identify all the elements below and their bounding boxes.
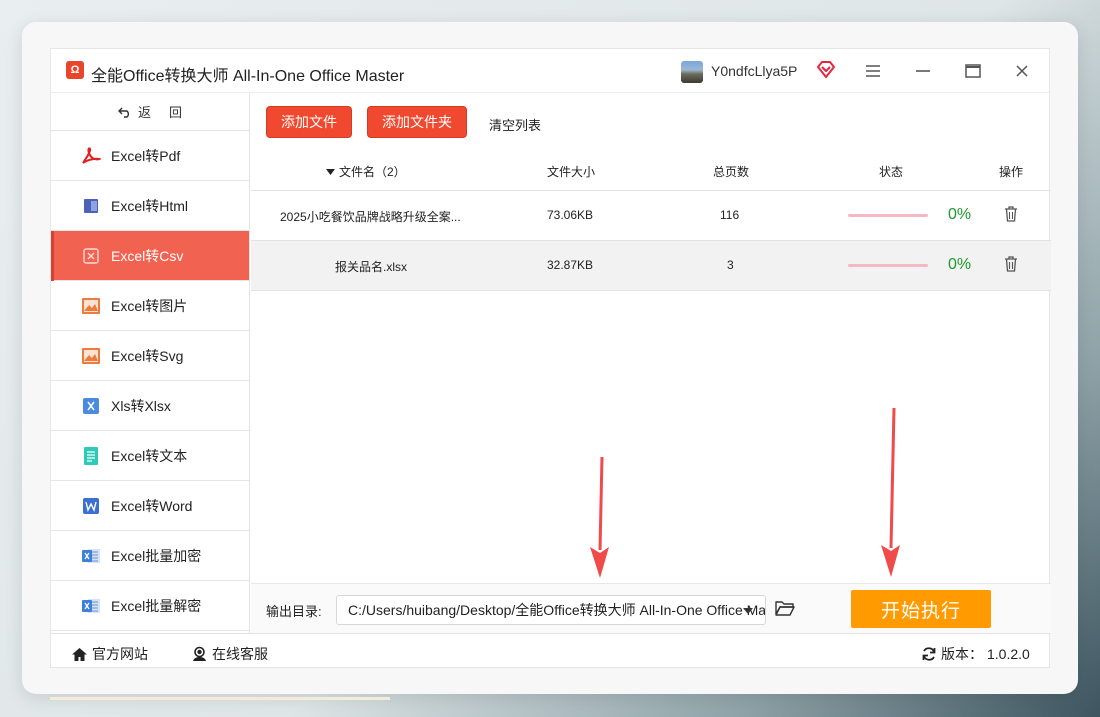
column-filename-label: 文件名（2） — [339, 165, 406, 179]
title-bar: Ω 全能Office转换大师 All-In-One Office Master … — [51, 49, 1051, 93]
table-row[interactable]: 2025小吃餐饮品牌战略升级全案... 73.06KB 116 0% — [251, 191, 1051, 241]
output-dir-path: C:/Users/huibang/Desktop/全能Office转换大师 Al… — [348, 602, 766, 618]
csv-icon — [81, 246, 101, 266]
sidebar-item-excel-batch-decrypt[interactable]: Excel批量解密 — [51, 581, 249, 631]
file-list-panel: 添加文件 添加文件夹 清空列表 文件名（2） 文件大小 总页数 状态 操作 20… — [251, 93, 1051, 585]
maximize-icon — [965, 64, 981, 78]
official-website-label: 官方网站 — [92, 646, 148, 662]
home-icon — [72, 647, 87, 661]
trash-icon[interactable] — [1004, 206, 1018, 222]
avatar[interactable] — [681, 61, 703, 83]
sidebar-item-excel-to-word[interactable]: Excel转Word — [51, 481, 249, 531]
folder-open-icon[interactable] — [775, 600, 795, 616]
official-website-link[interactable]: 官方网站 — [71, 644, 148, 664]
back-button[interactable]: 返回 — [51, 93, 249, 131]
word-icon — [81, 496, 101, 516]
svg-image-icon — [81, 346, 101, 366]
table-header: 文件名（2） 文件大小 总页数 状态 操作 — [251, 149, 1051, 191]
progress-bar — [848, 214, 928, 217]
status-percent: 0% — [948, 206, 972, 223]
column-actions: 操作 — [999, 165, 1024, 179]
add-folder-button[interactable]: 添加文件夹 — [367, 106, 467, 138]
sidebar-item-label: Xls转Xlsx — [111, 397, 171, 414]
file-size: 32.87KB — [547, 258, 594, 272]
sidebar-item-label: Excel转Word — [111, 497, 193, 514]
annotation-arrow-icon — [881, 407, 900, 577]
close-button[interactable] — [1010, 59, 1034, 83]
xls-icon — [81, 396, 101, 416]
page-count: 3 — [727, 258, 734, 272]
column-pages: 总页数 — [713, 165, 750, 179]
maximize-button[interactable] — [961, 59, 985, 83]
sidebar-item-label: Excel转Svg — [111, 347, 184, 364]
file-name: 报关品名.xlsx — [335, 260, 408, 274]
status-percent: 0% — [948, 256, 972, 273]
sidebar-item-label: Excel转文本 — [111, 447, 188, 464]
minimize-icon — [916, 70, 930, 72]
sidebar-item-xls-to-xlsx[interactable]: Xls转Xlsx — [51, 381, 249, 431]
sidebar-item-label: Excel转Pdf — [111, 147, 181, 164]
sidebar-item-label: Excel转Html — [111, 197, 189, 214]
vip-diamond-icon[interactable] — [815, 59, 837, 81]
sidebar-item-excel-to-html[interactable]: Excel转Html — [51, 181, 249, 231]
page-count: 116 — [720, 208, 740, 222]
version-label: 版本： — [941, 646, 983, 662]
refresh-icon — [922, 647, 936, 661]
column-status: 状态 — [879, 165, 904, 179]
sidebar-item-excel-to-image[interactable]: Excel转图片 — [51, 281, 249, 331]
column-filename[interactable]: 文件名（2） — [326, 163, 406, 180]
version-info: 版本： 1.0.2.0 — [921, 644, 1030, 664]
version-number: 1.0.2.0 — [987, 646, 1030, 662]
sidebar-item-label: Excel批量解密 — [111, 597, 202, 614]
trash-icon[interactable] — [1004, 256, 1018, 272]
app-logo-icon: Ω — [66, 61, 84, 79]
output-dir-label: 输出目录: — [266, 604, 322, 619]
column-filesize: 文件大小 — [547, 165, 596, 179]
html-icon — [81, 196, 101, 216]
image-icon — [81, 296, 101, 316]
sidebar-item-label: Excel转图片 — [111, 297, 188, 314]
start-button[interactable]: 开始执行 — [851, 590, 991, 628]
sidebar-item-excel-to-csv[interactable]: Excel转Csv — [51, 231, 249, 281]
sidebar-item-label: Excel批量加密 — [111, 547, 202, 564]
sidebar-item-excel-to-svg[interactable]: Excel转Svg — [51, 331, 249, 381]
sidebar-item-label: Excel转Csv — [111, 247, 184, 264]
sidebar-item-excel-to-pdf[interactable]: Excel转Pdf — [51, 131, 249, 181]
decorative-line — [50, 697, 390, 700]
excel-icon — [81, 596, 101, 616]
close-icon — [1016, 65, 1028, 77]
pdf-icon — [81, 146, 101, 166]
output-bar: 输出目录: C:/Users/huibang/Desktop/全能Office转… — [251, 583, 1051, 633]
back-label: 返回 — [137, 105, 200, 120]
file-size: 73.06KB — [547, 208, 594, 222]
username[interactable]: Y0ndfcLlya5P — [711, 63, 797, 79]
hamburger-icon — [866, 65, 880, 77]
sidebar-item-excel-to-text[interactable]: Excel转文本 — [51, 431, 249, 481]
progress-bar — [848, 264, 928, 267]
online-support-link[interactable]: 在线客服 — [191, 644, 268, 664]
online-support-label: 在线客服 — [212, 646, 268, 662]
sidebar-item-excel-batch-encrypt[interactable]: Excel批量加密 — [51, 531, 249, 581]
sort-down-icon — [326, 168, 335, 175]
menu-button[interactable] — [861, 59, 885, 83]
annotation-arrow-icon — [590, 456, 609, 578]
clear-list-button[interactable]: 清空列表 — [489, 115, 541, 134]
undo-arrow-icon — [117, 107, 129, 118]
chevron-down-icon — [743, 608, 753, 614]
footer: 官方网站 在线客服 版本： 1.0.2.0 — [51, 633, 1051, 669]
sidebar: 返回 Excel转Pdf Excel转Html Excel转Csv Excel转… — [51, 93, 250, 633]
output-dir-select[interactable]: C:/Users/huibang/Desktop/全能Office转换大师 Al… — [336, 595, 766, 625]
excel-icon — [81, 546, 101, 566]
text-icon — [81, 446, 101, 466]
app-title: 全能Office转换大师 All-In-One Office Master — [91, 68, 405, 85]
minimize-button[interactable] — [911, 59, 935, 83]
table-row[interactable]: 报关品名.xlsx 32.87KB 3 0% — [251, 241, 1051, 291]
headset-icon — [193, 646, 206, 661]
add-file-button[interactable]: 添加文件 — [266, 106, 352, 138]
file-name: 2025小吃餐饮品牌战略升级全案... — [280, 210, 461, 224]
